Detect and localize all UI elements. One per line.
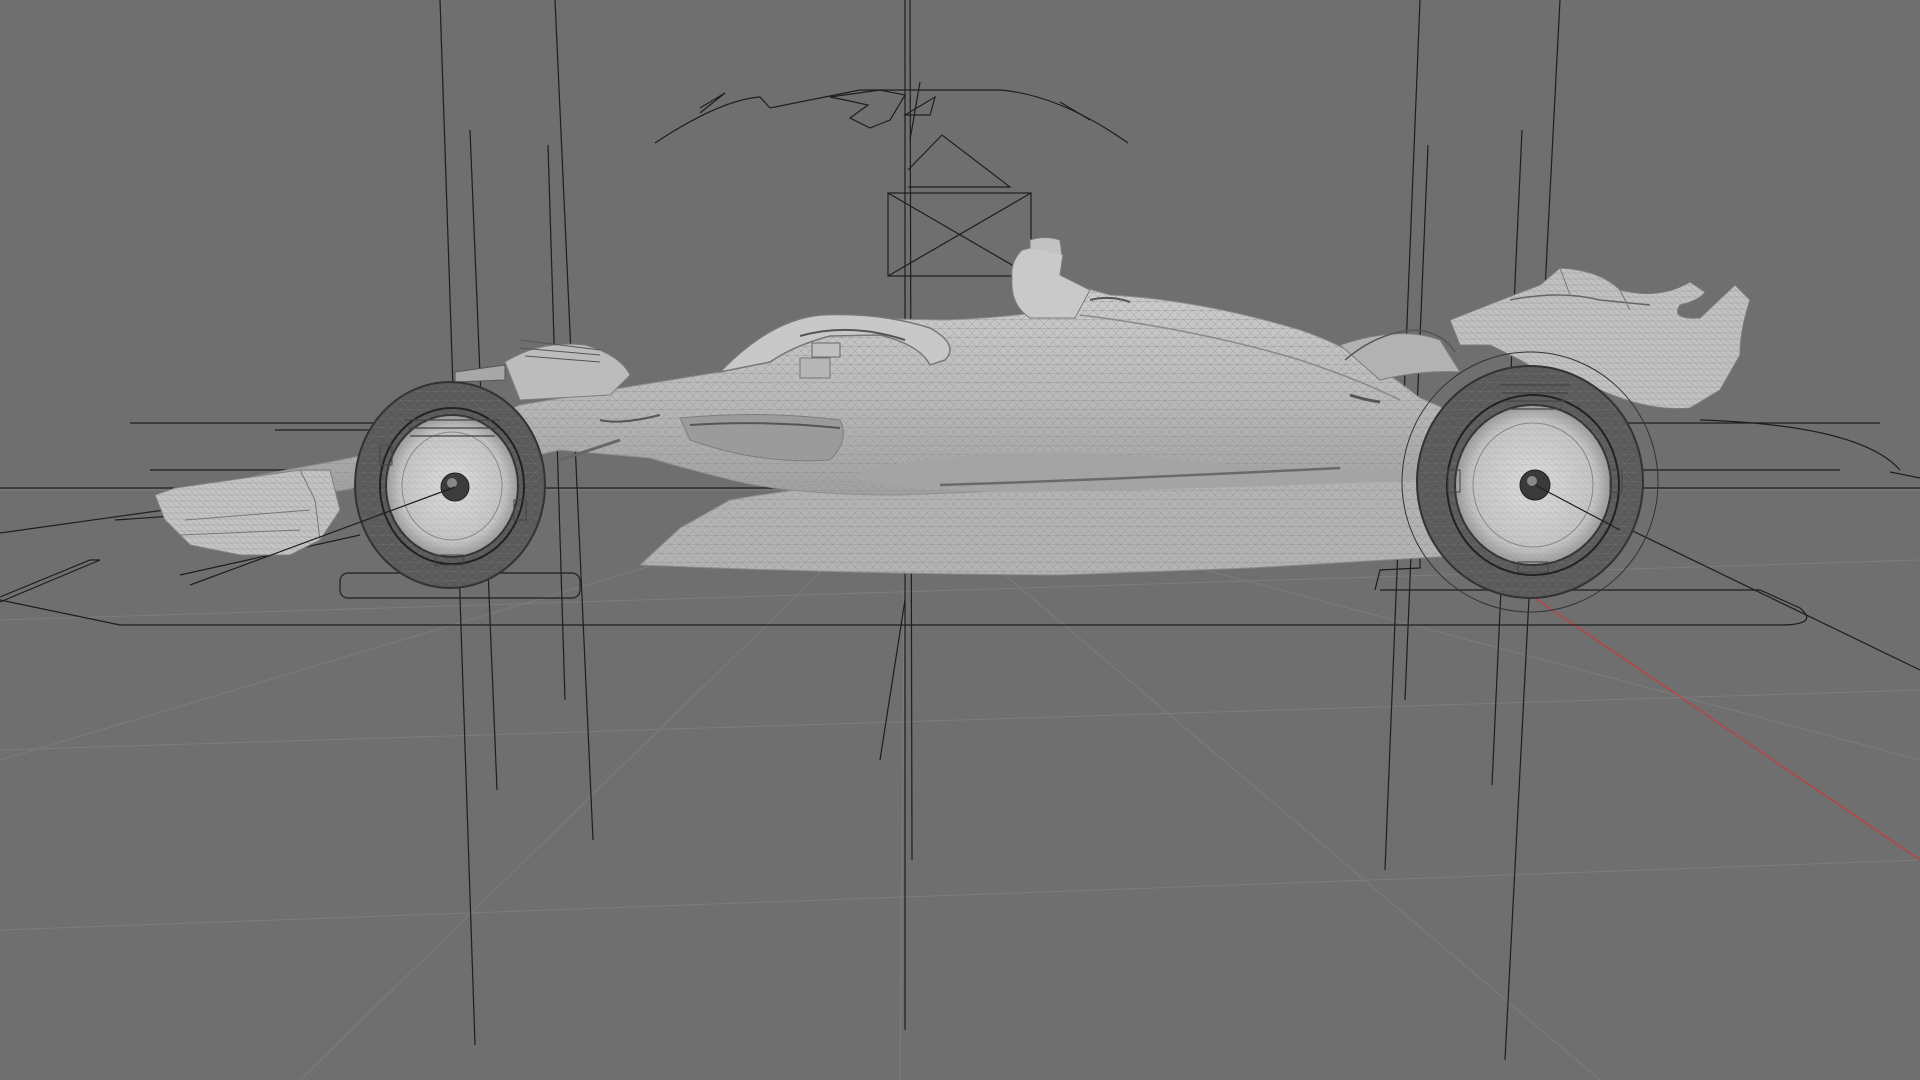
floor-grid <box>0 489 1920 1080</box>
viewport-canvas[interactable] <box>0 0 1920 1080</box>
x-axis-line <box>1529 594 1920 861</box>
3d-viewport[interactable] <box>0 0 1920 1080</box>
airbox <box>1011 246 1091 319</box>
